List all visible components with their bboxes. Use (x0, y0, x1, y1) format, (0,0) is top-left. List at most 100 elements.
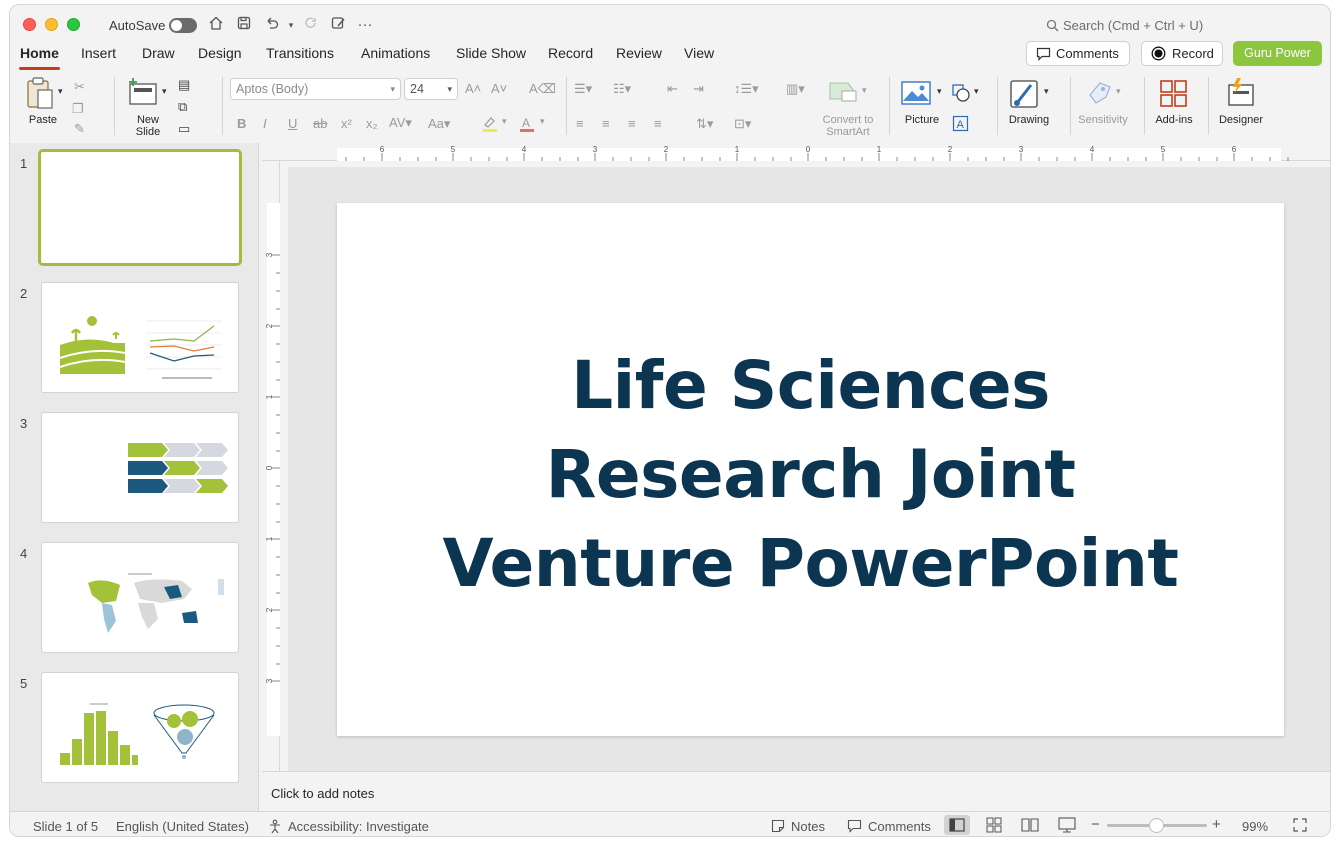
redo-icon[interactable] (301, 15, 321, 35)
undo-icon[interactable] (262, 15, 282, 35)
drawing-dropdown-chevron-icon[interactable]: ▾ (1044, 86, 1049, 97)
comments-button[interactable]: Comments (1026, 41, 1130, 66)
clear-formatting-icon[interactable]: A⌫ (529, 81, 556, 97)
picture-button[interactable] (901, 81, 933, 107)
tab-record[interactable]: Record (548, 45, 593, 61)
tab-animations[interactable]: Animations (361, 45, 430, 61)
picture-dropdown-chevron-icon[interactable]: ▾ (937, 86, 942, 97)
change-case-icon[interactable]: Aa▾ (428, 116, 450, 132)
zoom-out-icon[interactable]: − (1091, 816, 1100, 833)
fit-to-window-button[interactable] (1292, 817, 1308, 836)
slide-sorter-view-button[interactable] (981, 815, 1007, 835)
drawing-button[interactable] (1009, 77, 1041, 111)
tab-draw[interactable]: Draw (142, 45, 175, 61)
bullets-icon[interactable]: ☰▾ (574, 81, 592, 97)
slide-thumbnail-1[interactable] (38, 149, 242, 266)
normal-view-button[interactable] (944, 815, 970, 835)
close-window-button[interactable] (23, 18, 36, 31)
highlight-color-button[interactable] (482, 115, 498, 133)
increase-font-size-icon[interactable]: A˄ (465, 81, 481, 96)
search-box[interactable]: Search (Cmd + Ctrl + U) (1046, 18, 1203, 33)
slide-thumbnail-3[interactable] (41, 412, 239, 523)
smartart-dropdown-chevron-icon[interactable]: ▾ (862, 85, 867, 96)
text-direction-icon[interactable]: ⇅▾ (696, 116, 713, 132)
shapes-dropdown-chevron-icon[interactable]: ▾ (974, 86, 979, 97)
zoom-slider-thumb[interactable] (1149, 818, 1164, 833)
tab-transitions[interactable]: Transitions (266, 45, 334, 61)
guru-power-button[interactable]: Guru Power (1233, 41, 1322, 66)
slide-thumbnail-2[interactable] (41, 282, 239, 393)
tab-home[interactable]: Home (19, 45, 60, 70)
draw-icon[interactable] (328, 15, 348, 35)
font-color-button[interactable]: A (519, 115, 535, 133)
add-ins-button[interactable] (1159, 79, 1189, 109)
sensitivity-dropdown-chevron-icon[interactable]: ▾ (1116, 86, 1121, 97)
tab-design[interactable]: Design (198, 45, 242, 61)
slide-thumbnail-5[interactable] (41, 672, 239, 783)
decrease-indent-icon[interactable]: ⇤ (667, 81, 678, 97)
zoom-window-button[interactable] (67, 18, 80, 31)
format-painter-icon[interactable]: ✎ (74, 121, 85, 137)
align-text-icon[interactable]: ⊡▾ (734, 116, 751, 132)
zoom-percentage[interactable]: 99% (1242, 819, 1268, 834)
font-color-dropdown-chevron-icon[interactable]: ▾ (540, 116, 545, 127)
italic-icon[interactable]: I (263, 116, 267, 131)
slide-thumbnail-4[interactable] (41, 542, 239, 653)
accessibility-button[interactable]: Accessibility: Investigate (268, 819, 429, 834)
align-left-icon[interactable]: ≡ (576, 116, 584, 131)
autosave-toggle[interactable] (169, 18, 197, 33)
home-icon[interactable] (206, 15, 226, 35)
undo-dropdown-chevron-icon[interactable]: ▾ (281, 15, 301, 35)
current-slide[interactable]: Life Sciences Research Joint Venture Pow… (337, 203, 1284, 736)
minimize-window-button[interactable] (45, 18, 58, 31)
layout-icon[interactable]: ▤ (178, 77, 190, 93)
new-slide-dropdown-chevron-icon[interactable]: ▾ (162, 86, 167, 97)
line-spacing-icon[interactable]: ↕☰▾ (734, 81, 759, 97)
justify-icon[interactable]: ≡ (654, 116, 662, 131)
tab-review[interactable]: Review (616, 45, 662, 61)
comments-toggle-button[interactable]: Comments (847, 819, 931, 834)
paste-dropdown-chevron-icon[interactable]: ▾ (58, 86, 63, 97)
copy-icon[interactable]: ❐ (72, 101, 84, 117)
slide-show-view-button[interactable] (1054, 815, 1080, 835)
character-spacing-icon[interactable]: AV▾ (389, 115, 412, 131)
tab-insert[interactable]: Insert (81, 45, 116, 61)
tab-view[interactable]: View (684, 45, 714, 61)
align-center-icon[interactable]: ≡ (602, 116, 610, 131)
subscript-icon[interactable]: x₂ (366, 116, 378, 131)
tab-slide-show[interactable]: Slide Show (456, 45, 526, 61)
font-name-select[interactable]: Aptos (Body) ▾ (230, 78, 401, 100)
cut-icon[interactable]: ✂ (74, 79, 85, 95)
section-icon[interactable]: ▭ (178, 121, 190, 137)
thumbnail-number: 5 (20, 676, 28, 691)
decrease-font-size-icon[interactable]: A˅ (491, 81, 507, 96)
reset-slide-icon[interactable]: ⧉ (178, 99, 187, 115)
underline-icon[interactable]: U (288, 116, 297, 131)
paste-button[interactable] (25, 76, 61, 112)
bold-icon[interactable]: B (237, 116, 246, 131)
font-size-select[interactable]: 24 ▾ (404, 78, 458, 100)
text-box-button[interactable]: A (952, 115, 969, 132)
more-options-icon[interactable]: ··· (355, 15, 375, 35)
notes-pane[interactable]: Click to add notes (262, 771, 1330, 811)
zoom-in-icon[interactable]: + (1212, 816, 1221, 833)
new-slide-button[interactable] (127, 77, 159, 109)
strikethrough-icon[interactable]: ab (313, 116, 327, 131)
language-indicator[interactable]: English (United States) (116, 819, 249, 834)
slide-title-textbox[interactable]: Life Sciences Research Joint Venture Pow… (337, 341, 1284, 608)
sensitivity-button[interactable] (1086, 79, 1114, 107)
columns-icon[interactable]: ▥▾ (786, 81, 805, 97)
shapes-button[interactable] (951, 83, 971, 103)
slide-title-line-1: Life Sciences (571, 347, 1050, 424)
notes-toggle-button[interactable]: Notes (771, 819, 825, 834)
save-icon[interactable] (234, 15, 254, 35)
numbering-icon[interactable]: ☷▾ (613, 81, 631, 97)
increase-indent-icon[interactable]: ⇥ (693, 81, 704, 97)
reading-view-button[interactable] (1017, 815, 1043, 835)
designer-button[interactable] (1225, 77, 1257, 109)
convert-to-smartart-button[interactable] (826, 77, 860, 105)
superscript-icon[interactable]: x² (341, 116, 352, 131)
record-button[interactable]: Record (1141, 41, 1223, 66)
align-right-icon[interactable]: ≡ (628, 116, 636, 131)
highlight-dropdown-chevron-icon[interactable]: ▾ (502, 116, 507, 127)
